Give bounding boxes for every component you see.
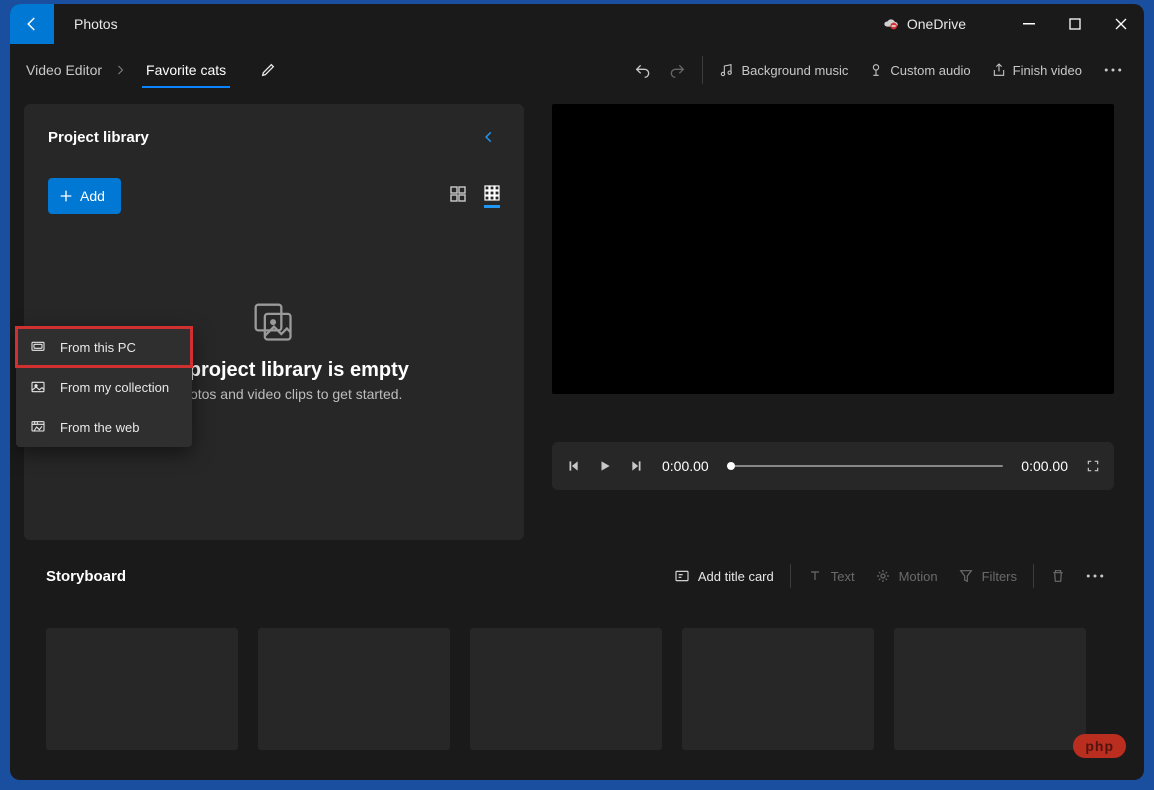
background-music-button[interactable]: Background music [709,56,858,84]
total-time: 0:00.00 [1021,458,1068,474]
minimize-button[interactable] [1006,4,1052,44]
app-title: Photos [74,16,118,32]
project-library-title: Project library [48,129,149,146]
menu-from-this-pc[interactable]: From this PC [16,327,192,367]
play-button[interactable] [598,459,612,473]
delete-button[interactable] [1040,562,1076,590]
maximize-button[interactable] [1052,4,1098,44]
back-button[interactable] [10,4,54,44]
close-button[interactable] [1098,4,1144,44]
chevron-right-icon [108,64,132,76]
finish-video-button[interactable]: Finish video [981,56,1092,84]
preview-panel: 0:00.00 0:00.00 [552,104,1114,540]
project-library-panel: Project library Add [24,104,524,540]
more-options-button[interactable] [1092,61,1134,79]
menu-from-my-collection[interactable]: From my collection [16,367,192,407]
playback-controls: 0:00.00 0:00.00 [552,442,1114,490]
main-area: Project library Add [10,96,1144,550]
menu-from-the-web[interactable]: From the web [16,407,192,447]
storyboard-slot[interactable] [470,628,662,750]
storyboard-title: Storyboard [46,568,126,585]
motion-button[interactable]: Motion [865,562,948,590]
undo-button[interactable] [624,56,660,84]
custom-audio-button[interactable]: Custom audio [858,56,980,84]
storyboard-more-button[interactable] [1076,567,1114,585]
add-title-card-button[interactable]: Add title card [664,562,784,590]
rename-button[interactable] [254,56,282,84]
seek-slider[interactable] [727,465,1004,467]
web-icon [30,419,46,435]
next-frame-button[interactable] [630,459,644,473]
storyboard-slot[interactable] [894,628,1086,750]
breadcrumb-root[interactable]: Video Editor [20,54,108,86]
add-source-menu: From this PC From my collection From the… [16,327,192,447]
project-name-tab[interactable]: Favorite cats [142,52,230,88]
onedrive-icon [883,16,899,32]
fullscreen-button[interactable] [1086,459,1100,473]
storyboard-slot[interactable] [258,628,450,750]
previous-frame-button[interactable] [566,459,580,473]
text-button[interactable]: Text [797,562,865,590]
separator [702,56,703,84]
editor-toolbar: Video Editor Favorite cats Background mu… [10,44,1144,96]
video-preview[interactable] [552,104,1114,394]
storyboard-thumbs [46,628,1114,750]
storyboard-slot[interactable] [682,628,874,750]
storyboard-slot[interactable] [46,628,238,750]
pc-icon [30,339,46,355]
watermark: php [1073,734,1126,758]
current-time: 0:00.00 [662,458,709,474]
onedrive-label: OneDrive [907,16,966,32]
storyboard-panel: Storyboard Add title card Text Motion [10,550,1144,780]
photos-app-window: Photos OneDrive Video Editor Favorite ca… [10,4,1144,780]
filters-button[interactable]: Filters [948,562,1027,590]
redo-button[interactable] [660,56,696,84]
collapse-library-button[interactable] [478,126,500,148]
empty-library-icon [252,301,296,345]
collection-icon [30,379,46,395]
titlebar: Photos OneDrive [10,4,1144,44]
onedrive-status[interactable]: OneDrive [883,16,966,32]
